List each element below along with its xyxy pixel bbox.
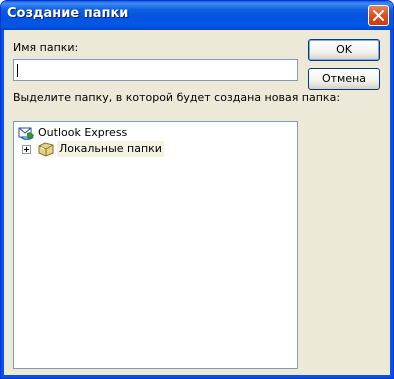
window-frame-bottom (1, 375, 393, 378)
title-bar[interactable]: Создание папки (1, 1, 393, 30)
local-folders-icon (37, 141, 55, 160)
folder-name-input[interactable] (13, 59, 298, 81)
select-folder-label: Выделите папку, в которой будет создана … (13, 91, 341, 104)
create-folder-dialog: Создание папки Имя папки: Выделите папку… (0, 0, 394, 379)
tree-item-label: Outlook Express (38, 126, 128, 139)
window-title: Создание папки (7, 6, 129, 21)
close-button[interactable] (368, 5, 389, 26)
cancel-button[interactable]: Отмена (308, 68, 380, 90)
ok-button[interactable]: OK (308, 39, 380, 61)
tree-item-label: Локальные папки (57, 141, 164, 157)
window-frame-left (1, 30, 4, 378)
expand-plus-icon[interactable] (22, 145, 31, 154)
folder-name-label: Имя папки: (13, 41, 79, 54)
window-frame-right (390, 30, 393, 378)
folder-tree[interactable]: Outlook Express Локальные папки (13, 121, 298, 369)
outlook-express-icon (18, 125, 36, 144)
text-caret (17, 64, 18, 77)
close-icon (373, 10, 384, 21)
